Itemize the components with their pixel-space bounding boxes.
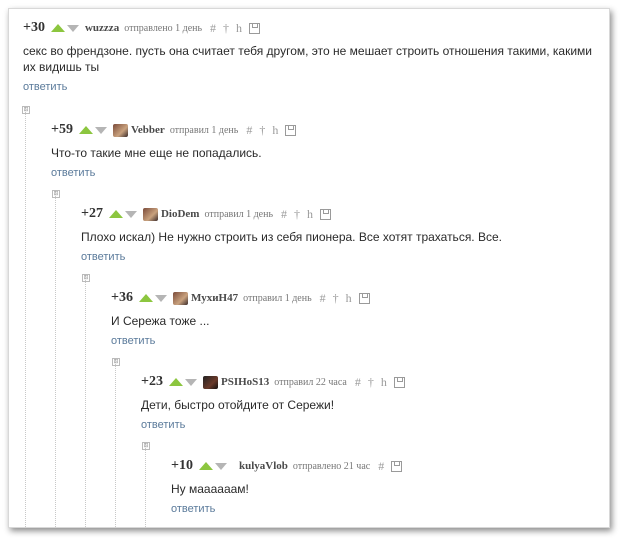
save-icon[interactable] bbox=[393, 376, 405, 388]
comment-text: Плохо искал) Не нужно строить из себя пи… bbox=[81, 230, 502, 244]
comment-meta: отправил 22 часа bbox=[274, 376, 347, 388]
reply-link[interactable]: ответить bbox=[111, 335, 155, 347]
comment-meta: отправил 1 день bbox=[204, 208, 274, 220]
thread-line bbox=[25, 107, 26, 527]
comment: +10 kulyaVlob отправлено 21 час # Ну маа… bbox=[171, 457, 591, 517]
reply-link[interactable]: ответить bbox=[23, 81, 67, 93]
h-icon[interactable]: h bbox=[307, 207, 313, 222]
permalink-icon[interactable]: # bbox=[355, 375, 361, 390]
dagger-icon[interactable]: † bbox=[294, 207, 300, 222]
save-icon[interactable] bbox=[358, 292, 370, 304]
downvote-icon[interactable] bbox=[94, 126, 107, 134]
comment-meta: отправлено 21 час bbox=[292, 460, 371, 472]
h-icon[interactable]: h bbox=[346, 291, 352, 306]
avatar bbox=[202, 375, 218, 389]
dagger-icon[interactable]: † bbox=[368, 375, 374, 390]
downvote-icon[interactable] bbox=[124, 210, 137, 218]
reply-link[interactable]: ответить bbox=[171, 503, 215, 515]
save-icon[interactable] bbox=[320, 208, 332, 220]
upvote-icon[interactable] bbox=[198, 462, 213, 470]
collapse-toggle[interactable]: ⊟ bbox=[22, 106, 30, 114]
comment-score: +27 bbox=[81, 206, 103, 221]
avatar bbox=[112, 123, 128, 137]
save-icon[interactable] bbox=[285, 124, 297, 136]
collapse-toggle[interactable]: ⊟ bbox=[142, 442, 150, 450]
comment-author[interactable]: kulyaVlob bbox=[239, 460, 288, 472]
h-icon[interactable]: h bbox=[272, 123, 278, 138]
downvote-icon[interactable] bbox=[184, 378, 197, 386]
comment-score: +10 bbox=[171, 458, 193, 473]
comment: +30 wuzzza отправлено 1 день # † h секс … bbox=[23, 19, 603, 95]
comment-text: И Сережа тоже ... bbox=[111, 314, 210, 328]
comment-text: Ну маааааам! bbox=[171, 482, 249, 496]
thread-line bbox=[85, 275, 86, 527]
thread-line bbox=[55, 191, 56, 527]
permalink-icon[interactable]: # bbox=[281, 207, 287, 222]
comment-author[interactable]: PSIHoS13 bbox=[221, 376, 269, 388]
avatar bbox=[142, 207, 158, 221]
upvote-icon[interactable] bbox=[108, 210, 123, 218]
comment-text: Дети, быстро отойдите от Сережи! bbox=[141, 398, 335, 412]
comment-score: +36 bbox=[111, 290, 133, 305]
comment-author[interactable]: МухиН47 bbox=[191, 292, 238, 304]
upvote-icon[interactable] bbox=[78, 126, 93, 134]
collapse-toggle[interactable]: ⊟ bbox=[52, 190, 60, 198]
upvote-icon[interactable] bbox=[168, 378, 183, 386]
reply-link[interactable]: ответить bbox=[81, 251, 125, 263]
downvote-icon[interactable] bbox=[214, 462, 227, 470]
comment-meta: отправил 1 день bbox=[169, 124, 239, 136]
comment-thread: ⊟ ⊟ ⊟ ⊟ ⊟ +30 wuzzza отправлено 1 день #… bbox=[8, 8, 610, 528]
permalink-icon[interactable]: # bbox=[246, 123, 252, 138]
collapse-toggle[interactable]: ⊟ bbox=[112, 358, 120, 366]
permalink-icon[interactable]: # bbox=[378, 459, 384, 474]
reply-link[interactable]: ответить bbox=[141, 419, 185, 431]
comment-score: +59 bbox=[51, 122, 73, 137]
comment-author[interactable]: DioDem bbox=[161, 208, 200, 220]
dagger-icon[interactable]: † bbox=[333, 291, 339, 306]
upvote-icon[interactable] bbox=[138, 294, 153, 302]
save-icon[interactable] bbox=[249, 22, 261, 34]
comment-meta: отправил 1 день bbox=[243, 292, 312, 304]
save-icon[interactable] bbox=[391, 460, 403, 472]
comment-author[interactable]: wuzzza bbox=[85, 22, 119, 34]
dagger-icon[interactable]: † bbox=[259, 123, 265, 138]
permalink-icon[interactable]: # bbox=[320, 291, 326, 306]
comment-text: секс во френдзоне. пусть она считает теб… bbox=[23, 44, 592, 74]
permalink-icon[interactable]: # bbox=[210, 21, 216, 36]
comment-meta: отправлено 1 день bbox=[124, 22, 203, 34]
comment: +36 МухиН47 отправил 1 день # † h И Сере… bbox=[111, 289, 591, 349]
collapse-toggle[interactable]: ⊟ bbox=[82, 274, 90, 282]
comment: +23 PSIHoS13 отправил 22 часа # † h Дети… bbox=[141, 373, 591, 433]
upvote-icon[interactable] bbox=[50, 24, 65, 32]
dagger-icon[interactable]: † bbox=[223, 21, 229, 36]
h-icon[interactable]: h bbox=[236, 21, 242, 36]
comment: +27 DioDem отправил 1 день # † h Плохо и… bbox=[81, 205, 591, 265]
avatar bbox=[172, 291, 188, 305]
comment-score: +23 bbox=[141, 374, 163, 389]
thread-line bbox=[145, 443, 146, 527]
comment: +59 Vebber отправил 1 день # † h Что-то … bbox=[51, 121, 591, 181]
comment-author[interactable]: Vebber bbox=[131, 124, 165, 136]
reply-link[interactable]: ответить bbox=[51, 167, 95, 179]
h-icon[interactable]: h bbox=[381, 375, 387, 390]
comment-text: Что-то такие мне еще не попадались. bbox=[51, 146, 262, 160]
downvote-icon[interactable] bbox=[154, 294, 167, 302]
downvote-icon[interactable] bbox=[66, 24, 79, 32]
thread-line bbox=[115, 359, 116, 527]
comment-score: +30 bbox=[23, 20, 45, 35]
